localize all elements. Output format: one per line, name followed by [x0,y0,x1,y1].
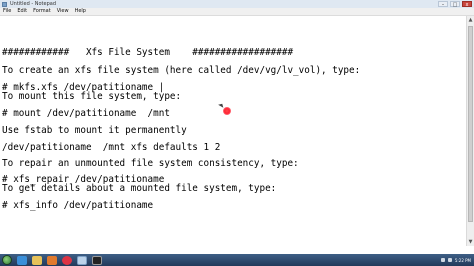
menu-help[interactable]: Help [72,8,89,15]
media-player-icon[interactable] [47,255,57,265]
scroll-down-arrow-icon[interactable]: ▼ [467,238,474,246]
internet-explorer-icon[interactable] [17,255,27,265]
start-button[interactable] [2,255,12,265]
text-line: # mount /dev/patitioname /mnt [2,108,170,119]
folder-icon[interactable] [32,255,42,265]
browser-icon[interactable] [62,255,72,265]
network-icon[interactable] [440,258,445,262]
scroll-up-arrow-icon[interactable]: ▲ [467,16,474,24]
minimize-button[interactable]: – [438,1,448,8]
menu-file[interactable]: File [0,8,14,15]
text-editor-area[interactable]: ############ Xfs File System ###########… [0,16,466,246]
text-line: ############ Xfs File System ###########… [2,47,294,58]
menu-view[interactable]: View [54,8,72,15]
title-bar: Untitled - Notepad – □ x [0,0,474,8]
notepad-icon [2,1,7,7]
text-line: Use fstab to mount it permanently [2,125,187,136]
clock[interactable]: 5:22 PM [455,258,471,263]
menu-bar: File Edit Format View Help [0,8,474,16]
window-title: Untitled - Notepad [10,1,57,7]
click-highlight [223,107,231,115]
text-line: To get details about a mounted file syst… [2,183,277,194]
close-button[interactable]: x [462,1,472,8]
volume-icon[interactable] [447,258,452,262]
text-line: To repair an unmounted file system consi… [2,158,299,169]
notepad-taskbar-icon[interactable] [77,255,87,265]
text-line: To create an xfs file system (here calle… [2,65,361,76]
scroll-thumb[interactable] [468,26,473,222]
text-line: # xfs_info /dev/patitioname [2,200,154,211]
window-controls: – □ x [438,0,472,8]
terminal-icon[interactable] [92,255,102,265]
maximize-button[interactable]: □ [450,1,460,8]
text-line: /dev/patitioname /mnt xfs defaults 1 2 [2,142,221,153]
text-line: To mount this file system, type: [2,91,182,102]
taskbar: 5:22 PM [0,254,474,266]
system-tray: 5:22 PM [440,254,471,266]
menu-edit[interactable]: Edit [14,8,30,15]
menu-format[interactable]: Format [30,8,54,15]
vertical-scrollbar[interactable]: ▲ ▼ [466,16,474,246]
